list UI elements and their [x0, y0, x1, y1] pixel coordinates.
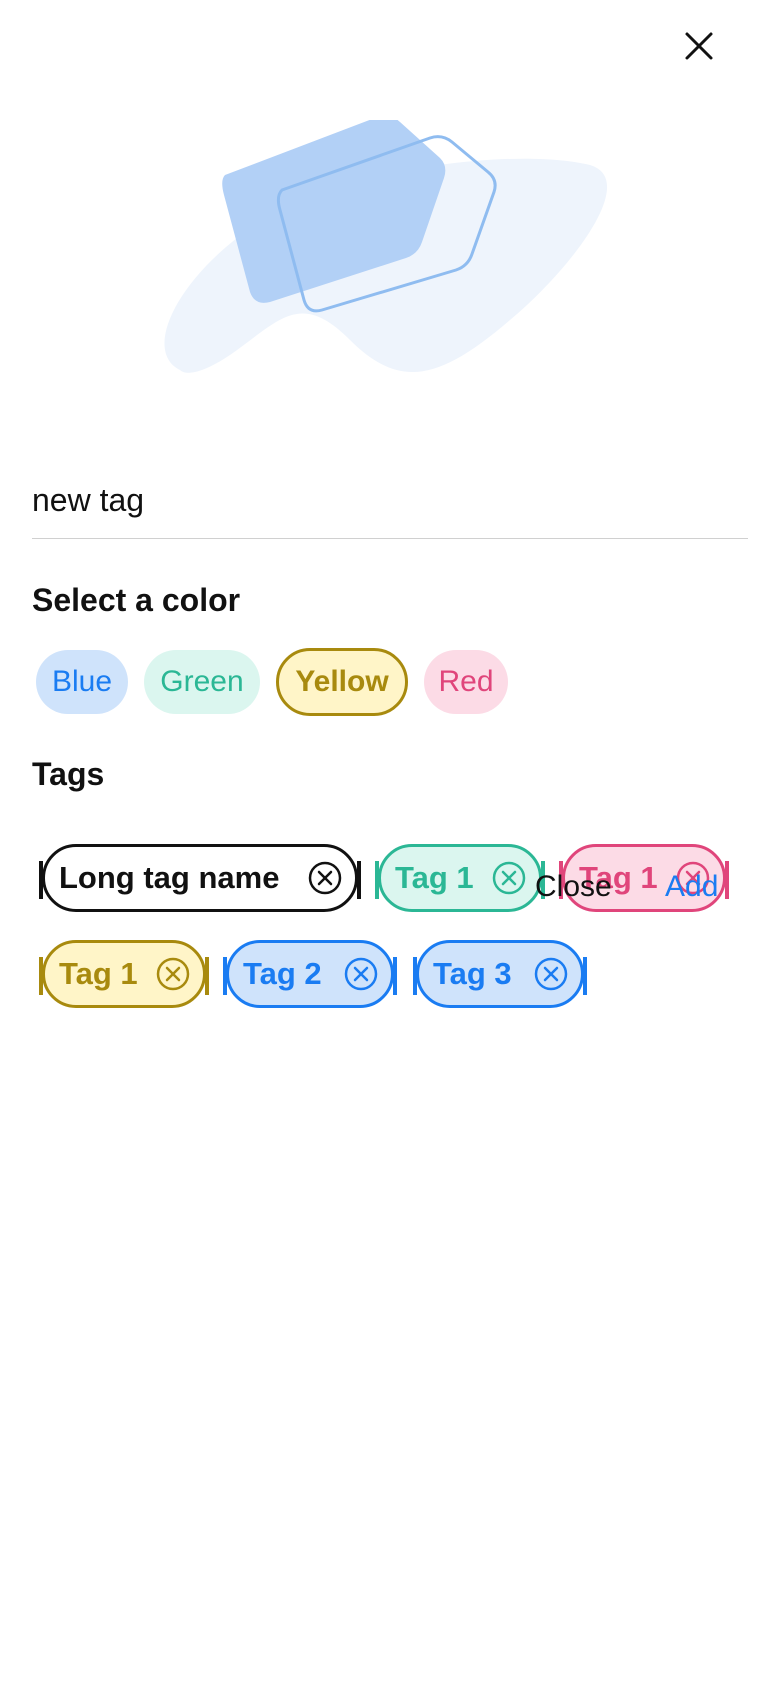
tag-label: Tag 2: [243, 956, 322, 991]
tags-section-title: Tags: [32, 756, 105, 792]
tag-label: Tag 3: [433, 956, 512, 991]
close-icon[interactable]: [675, 22, 723, 70]
tag-label: Long tag name: [59, 860, 280, 895]
tag-edge-left: [375, 861, 379, 899]
tag-edge-right: [583, 957, 587, 995]
tag-edge-right: [393, 957, 397, 995]
tag-edge-right: [205, 957, 209, 995]
color-option-green[interactable]: Green: [144, 650, 260, 714]
tag-edge-left: [413, 957, 417, 995]
color-option-red[interactable]: Red: [424, 650, 508, 714]
color-options: Blue Green Yellow Red: [36, 648, 508, 716]
tag-chip[interactable]: Tag 2: [223, 940, 397, 1008]
remove-tag-icon[interactable]: [343, 956, 379, 992]
color-option-yellow[interactable]: Yellow: [276, 648, 408, 716]
tag-edge-left: [39, 861, 43, 899]
tag-chip[interactable]: Tag 1: [375, 844, 545, 912]
remove-tag-icon[interactable]: [155, 956, 191, 992]
close-button[interactable]: Close: [535, 870, 612, 904]
remove-tag-icon[interactable]: [491, 860, 527, 896]
tag-illustration: [150, 115, 630, 410]
tag-label: Tag 1: [395, 860, 474, 895]
tag-chip[interactable]: Tag 1: [39, 940, 209, 1008]
color-option-blue[interactable]: Blue: [36, 650, 128, 714]
tag-edge-right: [725, 861, 729, 899]
tag-name-input[interactable]: [32, 470, 748, 530]
tag-chip[interactable]: Long tag name: [39, 844, 361, 912]
remove-tag-icon[interactable]: [307, 860, 343, 896]
tag-name-field[interactable]: [32, 470, 748, 539]
add-button[interactable]: Add: [665, 870, 718, 904]
remove-tag-icon[interactable]: [533, 956, 569, 992]
tag-edge-left: [39, 957, 43, 995]
tag-edge-right: [357, 861, 361, 899]
color-section-title: Select a color: [32, 582, 241, 618]
tag-edge-left: [223, 957, 227, 995]
tag-label: Tag 1: [59, 956, 138, 991]
tag-chip[interactable]: Tag 3: [413, 940, 587, 1008]
